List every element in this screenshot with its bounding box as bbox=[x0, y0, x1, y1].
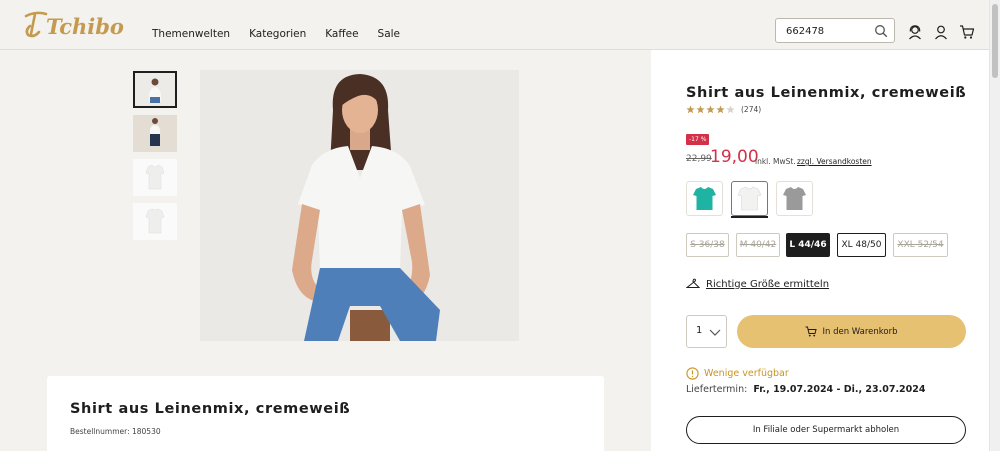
size-option-s[interactable]: S 36/38 bbox=[686, 233, 729, 257]
page-scrollbar[interactable] bbox=[989, 0, 1000, 451]
order-number: Bestellnummer: 180530 bbox=[70, 427, 161, 436]
gallery-thumbnail-1[interactable] bbox=[133, 71, 177, 108]
size-advisor-label: Richtige Größe ermitteln bbox=[706, 278, 830, 290]
star-full-icon bbox=[706, 105, 715, 114]
shipping-link[interactable]: zzgl. Versandkosten bbox=[797, 157, 872, 166]
tchibo-logo[interactable]: Tchibo bbox=[22, 8, 132, 42]
availability-text: Wenige verfügbar bbox=[704, 368, 789, 379]
cart-icon[interactable] bbox=[959, 24, 975, 40]
delivery-label: Liefertermin: bbox=[686, 384, 748, 395]
availability: Wenige verfügbar bbox=[686, 367, 789, 380]
main-nav: Themenwelten Kategorien Kaffee Sale bbox=[152, 28, 419, 40]
customer-service-icon[interactable] bbox=[907, 24, 923, 40]
old-price: 22,99 bbox=[686, 154, 712, 164]
color-swatch-tuerkis[interactable] bbox=[686, 181, 723, 216]
gallery-thumbnail-3[interactable] bbox=[133, 159, 177, 196]
chevron-down-icon bbox=[709, 329, 721, 336]
model-front-photo bbox=[135, 73, 175, 106]
site-header: Tchibo Themenwelten Kategorien Kaffee Sa… bbox=[0, 0, 1000, 50]
product-main-image[interactable] bbox=[200, 70, 519, 341]
nav-item-themenwelten[interactable]: Themenwelten bbox=[152, 28, 230, 40]
current-price: 19,00 bbox=[710, 147, 759, 167]
star-empty-icon bbox=[726, 105, 735, 114]
size-option-xl[interactable]: XL 48/50 bbox=[837, 233, 886, 257]
size-option-m[interactable]: M 40/42 bbox=[736, 233, 780, 257]
star-full-icon bbox=[696, 105, 705, 114]
shirt-back-photo bbox=[133, 203, 177, 240]
discount-badge: -17 % bbox=[686, 134, 710, 145]
account-icon[interactable] bbox=[933, 24, 949, 40]
nav-item-kaffee[interactable]: Kaffee bbox=[325, 28, 358, 40]
selected-color-indicator bbox=[731, 216, 768, 218]
gallery-thumbnail-2[interactable] bbox=[133, 115, 177, 152]
quantity-value: 1 bbox=[696, 325, 703, 336]
color-swatch-grau[interactable] bbox=[776, 181, 813, 216]
vat-note: inkl. MwSt. bbox=[755, 157, 796, 166]
size-option-l[interactable]: L 44/46 bbox=[786, 233, 830, 257]
add-to-cart-button[interactable]: In den Warenkorb bbox=[737, 315, 966, 348]
product-title: Shirt aus Leinenmix, cremeweiß bbox=[686, 85, 967, 101]
store-pickup-label: In Filiale oder Supermarkt abholen bbox=[752, 425, 900, 435]
store-pickup-button[interactable]: In Filiale oder Supermarkt abholen bbox=[686, 416, 966, 444]
info-icon bbox=[686, 367, 699, 380]
model-full-photo bbox=[133, 115, 177, 152]
shirt-cremeweiss-image bbox=[737, 186, 762, 211]
star-full-icon bbox=[716, 105, 725, 114]
description-card: Shirt aus Leinenmix, cremeweiß Bestellnu… bbox=[47, 376, 604, 451]
quantity-select[interactable]: 1 bbox=[686, 315, 727, 348]
product-panel: Shirt aus Leinenmix, cremeweiß (274) -17… bbox=[651, 50, 989, 451]
rating[interactable]: (274) bbox=[686, 105, 761, 114]
description-title: Shirt aus Leinenmix, cremeweiß bbox=[70, 401, 351, 417]
scrollbar-thumb[interactable] bbox=[992, 4, 998, 78]
size-option-xxl[interactable]: XXL 52/54 bbox=[893, 233, 948, 257]
search-icon[interactable] bbox=[874, 24, 888, 38]
color-swatch-cremeweiss[interactable] bbox=[731, 181, 768, 216]
shirt-grau-image bbox=[783, 187, 806, 210]
hanger-icon bbox=[686, 278, 700, 288]
add-to-cart-label: In den Warenkorb bbox=[822, 326, 898, 337]
size-advisor-link[interactable]: Richtige Größe ermitteln bbox=[686, 278, 829, 290]
delivery-date: Liefertermin: Fr., 19.07.2024 - Di., 23.… bbox=[686, 384, 926, 395]
shirt-tuerkis-image bbox=[693, 187, 716, 210]
svg-text:Tchibo: Tchibo bbox=[46, 14, 124, 39]
search-box bbox=[775, 18, 895, 43]
star-full-icon bbox=[686, 105, 695, 114]
delivery-value: Fr., 19.07.2024 - Di., 23.07.2024 bbox=[753, 384, 926, 395]
shirt-front-photo bbox=[133, 159, 177, 196]
gallery-thumbnail-4[interactable] bbox=[133, 203, 177, 240]
nav-item-sale[interactable]: Sale bbox=[378, 28, 400, 40]
cart-icon bbox=[805, 326, 818, 337]
search-input[interactable] bbox=[786, 23, 871, 39]
rating-count: (274) bbox=[741, 105, 762, 114]
nav-item-kategorien[interactable]: Kategorien bbox=[249, 28, 306, 40]
